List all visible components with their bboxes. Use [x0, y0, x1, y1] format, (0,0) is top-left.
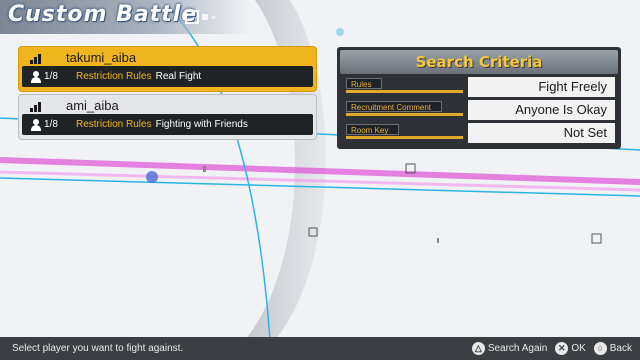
ok-button[interactable]: ✕ OK	[555, 342, 586, 355]
host-name: ami_aiba	[66, 98, 119, 113]
button-prompts: △ Search Again ✕ OK ○ Back	[471, 342, 632, 355]
cross-button-icon: ✕	[555, 342, 569, 355]
criteria-row-room-key: Room Key Not Set	[340, 123, 618, 143]
restriction-label: Restriction Rules	[76, 71, 152, 82]
page-title: Custom Battle	[8, 2, 198, 27]
connection-signal-icon	[28, 100, 46, 112]
label-stripe	[346, 136, 463, 139]
triangle-button-icon: △	[471, 342, 485, 355]
player-icon	[30, 118, 42, 131]
search-again-button[interactable]: △ Search Again	[471, 342, 548, 355]
footer-bar: Select player you want to fight against.…	[0, 337, 640, 360]
criteria-label: Room Key	[346, 124, 400, 135]
player-count: 1/8	[44, 119, 58, 130]
search-criteria-panel: Search Criteria Rules Fight Freely Recru…	[337, 47, 621, 149]
action-label: Back	[609, 343, 632, 354]
back-button[interactable]: ○ Back	[593, 342, 632, 355]
criteria-row-recruitment-comment: Recruitment Comment Anyone Is Okay	[340, 100, 618, 120]
action-label: OK	[571, 343, 586, 354]
host-name: takumi_aiba	[66, 50, 137, 65]
help-text: Select player you want to fight against.	[12, 343, 184, 354]
criteria-row-rules: Rules Fight Freely	[340, 77, 618, 97]
circle-button-icon: ○	[593, 342, 607, 355]
title-decoration-icon	[185, 10, 215, 24]
action-label: Search Again	[487, 343, 548, 354]
search-criteria-title: Search Criteria	[340, 50, 618, 74]
criteria-value: Anyone Is Okay	[468, 100, 615, 120]
player-icon	[30, 70, 42, 83]
connection-signal-icon	[28, 52, 46, 64]
title-bar: Custom Battle	[0, 0, 250, 34]
room-card-takumi-aiba[interactable]: takumi_aiba 1/8 Restriction Rules Real F…	[19, 47, 316, 91]
criteria-value: Not Set	[468, 123, 615, 143]
criteria-label: Rules	[346, 78, 383, 89]
label-stripe	[346, 90, 463, 93]
label-stripe	[346, 113, 463, 116]
criteria-label: Recruitment Comment	[346, 101, 443, 112]
restriction-value: Fighting with Friends	[155, 119, 248, 130]
criteria-value: Fight Freely	[468, 77, 615, 97]
restriction-label: Restriction Rules	[76, 119, 152, 130]
restriction-value: Real Fight	[155, 71, 202, 82]
room-card-ami-aiba[interactable]: ami_aiba 1/8 Restriction Rules Fighting …	[19, 95, 316, 139]
player-count: 1/8	[44, 71, 58, 82]
